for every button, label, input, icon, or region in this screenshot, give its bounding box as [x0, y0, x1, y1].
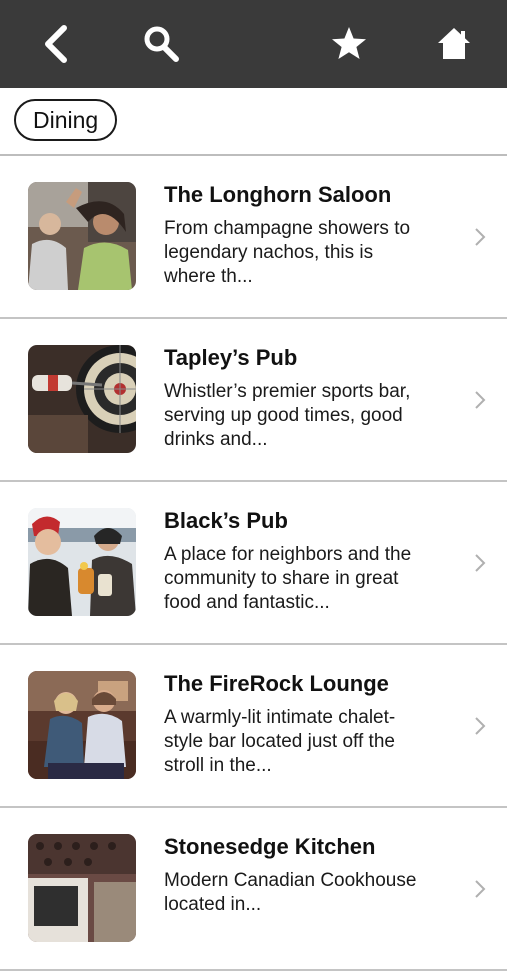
search-button[interactable] [136, 0, 186, 88]
chevron-right-icon [475, 717, 486, 735]
venue-description: From champagne showers to legendary nach… [164, 218, 411, 287]
home-icon [438, 28, 470, 59]
venue-list-item[interactable]: The Longhorn Saloon From champagne showe… [0, 156, 507, 319]
venue-thumbnail [28, 508, 136, 616]
venue-thumbnail [28, 182, 136, 290]
filter-chip-dining[interactable]: Dining [14, 99, 118, 141]
venue-description: A warmly-lit intimate chalet-style bar l… [164, 707, 396, 776]
venue-list-item[interactable]: Black’s Pub A place for neighbors and th… [0, 482, 507, 645]
venue-name: Stonesedge Kitchen [164, 834, 376, 859]
venue-list-item[interactable]: The FireRock Lounge A warmly-lit intimat… [0, 645, 507, 808]
venue-thumbnail [28, 345, 136, 453]
star-icon [332, 27, 366, 59]
venue-list: The Longhorn Saloon From champagne showe… [0, 156, 507, 971]
venue-name: The FireRock Lounge [164, 671, 389, 696]
chevron-right-icon [475, 880, 486, 898]
home-button[interactable] [428, 0, 480, 88]
venue-list-item[interactable]: Stonesedge Kitchen Modern Canadian Cookh… [0, 808, 507, 971]
venue-description: Whistler’s premier sports bar, serving u… [164, 381, 411, 450]
venue-description: Modern Canadian Cookhouse located in... [164, 870, 417, 915]
chevron-right-icon [475, 554, 486, 572]
venue-name: Tapley’s Pub [164, 345, 298, 370]
chevron-right-icon [475, 228, 486, 246]
chevron-right-icon [475, 391, 486, 409]
chevron-left-icon [45, 25, 67, 63]
venue-name: The Longhorn Saloon [164, 182, 392, 207]
venue-thumbnail [28, 834, 136, 942]
venue-description: A place for neighbors and the community … [164, 544, 412, 613]
venue-thumbnail [28, 671, 136, 779]
search-icon [144, 26, 179, 62]
top-toolbar [0, 0, 507, 88]
back-button[interactable] [28, 0, 82, 88]
filter-bar: Dining [0, 88, 507, 156]
favorites-button[interactable] [323, 0, 375, 88]
venue-list-item[interactable]: Tapley’s Pub Whistler’s premier sports b… [0, 319, 507, 482]
venue-name: Black’s Pub [164, 508, 288, 533]
